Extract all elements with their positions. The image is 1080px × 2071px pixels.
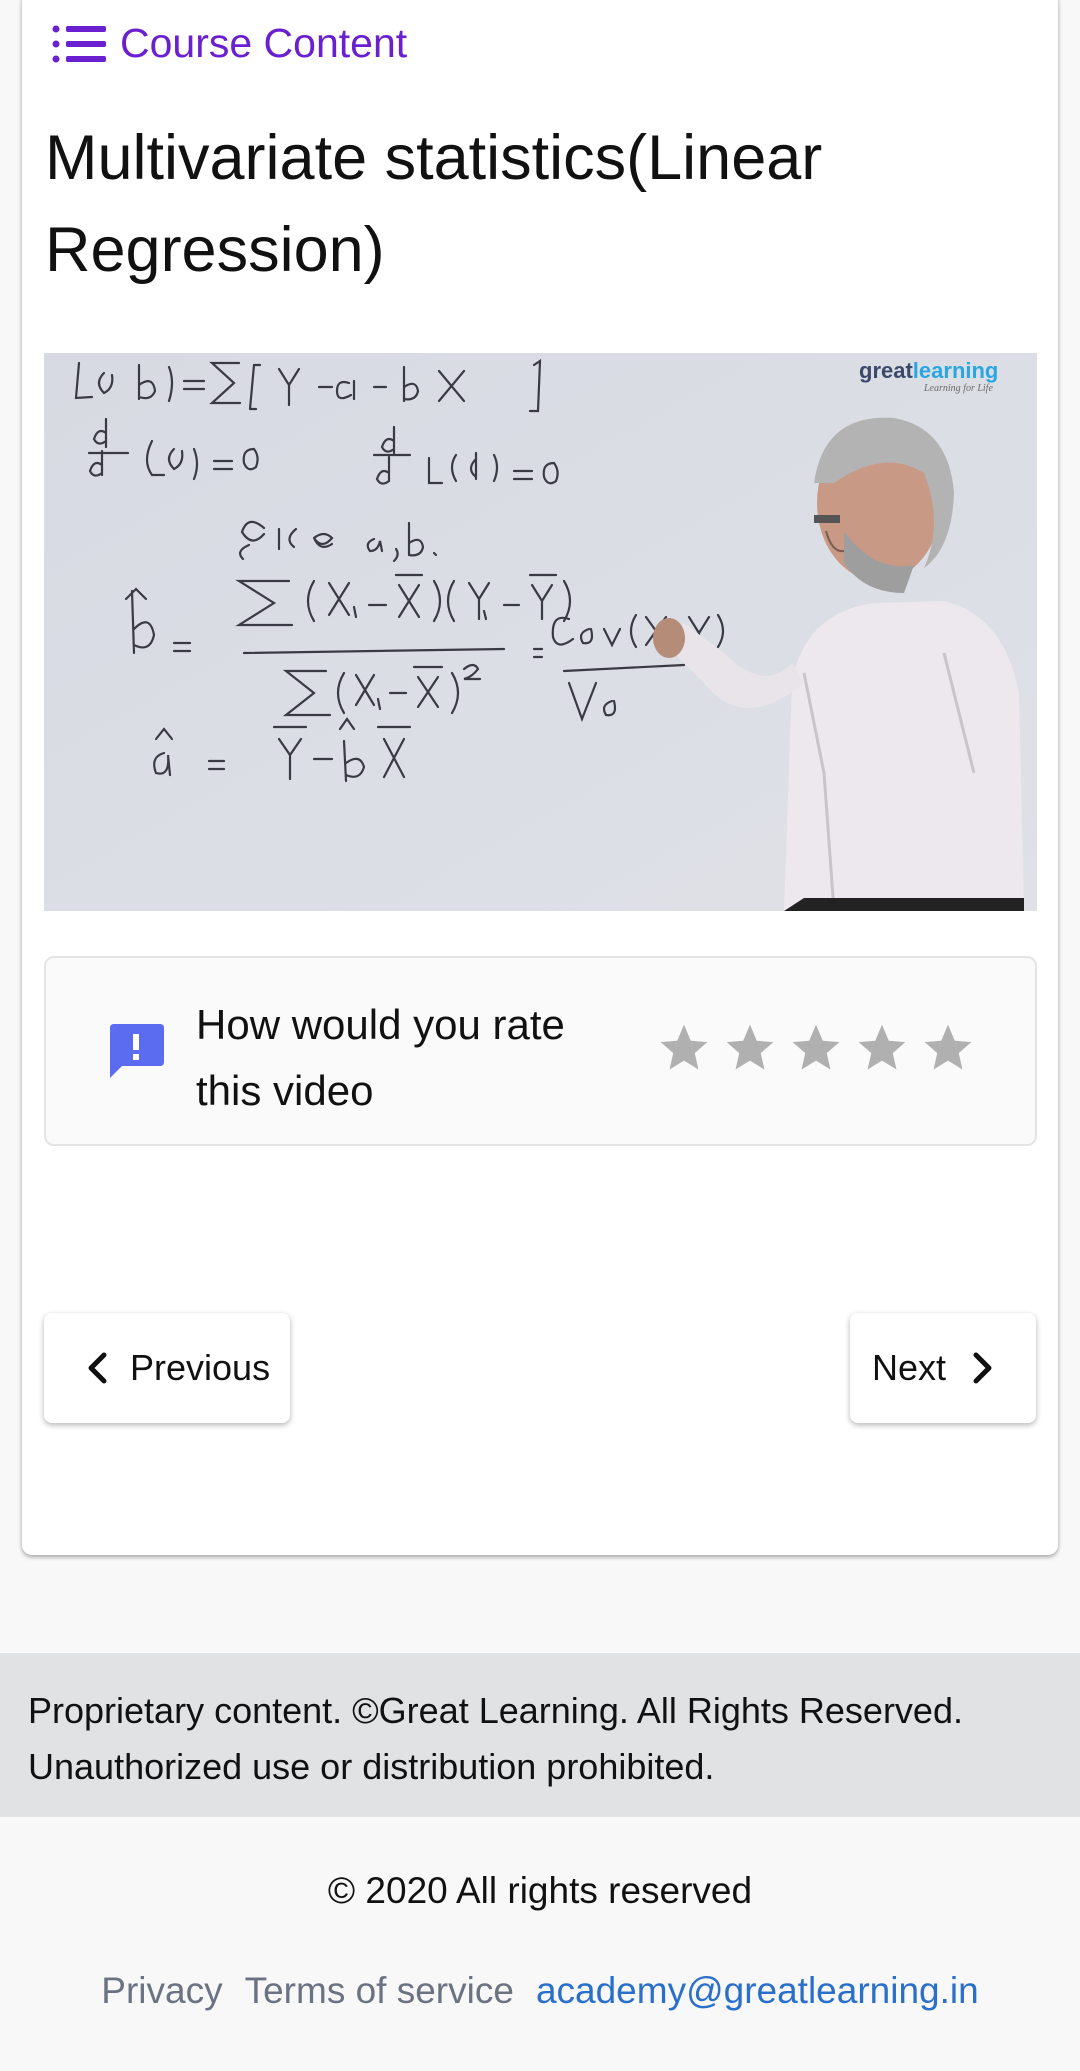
star-icon-1[interactable] [656, 1020, 712, 1076]
video-player[interactable]: greatlearning Learning for Life [44, 353, 1037, 911]
previous-label: Previous [130, 1347, 271, 1388]
next-label: Next [872, 1347, 947, 1388]
privacy-link[interactable]: Privacy [101, 1970, 222, 2012]
rating-panel: How would you rate this video [44, 956, 1037, 1146]
star-icon-2[interactable] [722, 1020, 778, 1076]
terms-link[interactable]: Terms of service [245, 1970, 514, 2012]
next-button[interactable]: Next [850, 1313, 1036, 1423]
greatlearning-logo: greatlearning [859, 358, 998, 383]
copyright-text: © 2020 All rights reserved [327, 1870, 753, 1911]
video-frame: greatlearning Learning for Life [44, 353, 1037, 911]
svg-text:Learning for Life: Learning for Life [923, 383, 993, 394]
course-content-label: Course Content [120, 20, 408, 66]
previous-button[interactable]: Previous [44, 1313, 290, 1423]
star-icon-3[interactable] [788, 1020, 844, 1076]
star-icon-5[interactable] [920, 1020, 976, 1076]
feedback-icon [110, 1024, 164, 1078]
list-icon [52, 25, 106, 62]
page-title: Multivariate statistics(Linear Regressio… [45, 123, 823, 285]
footer-links: Privacy Terms of service academy@greatle… [0, 1970, 1080, 2012]
chevron-right-icon [973, 1352, 992, 1384]
email-link[interactable]: academy@greatlearning.in [536, 1970, 979, 2012]
chevron-left-icon [88, 1352, 107, 1384]
proprietary-notice: Proprietary content. ©Great Learning. Al… [0, 1653, 1080, 1817]
rating-stars[interactable] [656, 1020, 986, 1076]
course-content-link[interactable]: Course Content [52, 20, 407, 67]
star-icon-4[interactable] [854, 1020, 910, 1076]
rating-question: How would you rate this video [196, 1001, 565, 1114]
